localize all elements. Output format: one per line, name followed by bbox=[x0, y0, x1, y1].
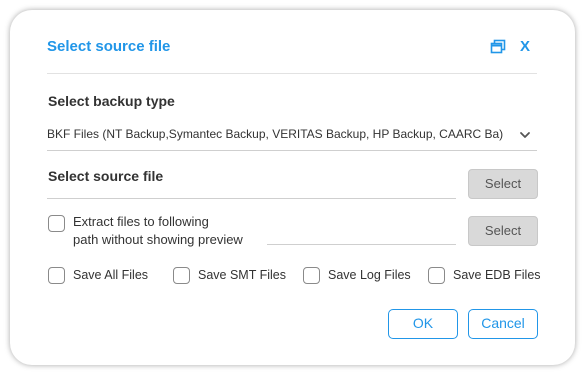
backup-type-label: Select backup type bbox=[48, 93, 175, 109]
save-log-files-checkbox[interactable] bbox=[303, 267, 320, 284]
close-icon[interactable]: X bbox=[520, 38, 534, 56]
save-smt-files-label: Save SMT Files bbox=[198, 268, 286, 282]
title-divider bbox=[47, 73, 537, 74]
source-file-input[interactable] bbox=[47, 178, 456, 199]
dialog-title: Select source file bbox=[47, 38, 171, 55]
backup-type-value: BKF Files (NT Backup,Symantec Backup, VE… bbox=[47, 127, 504, 141]
save-all-files-label: Save All Files bbox=[73, 268, 149, 282]
save-log-files-label: Save Log Files bbox=[328, 268, 411, 282]
extract-path-input[interactable] bbox=[267, 224, 456, 245]
save-edb-files-label: Save EDB Files bbox=[453, 268, 541, 282]
cancel-button[interactable]: Cancel bbox=[468, 309, 538, 339]
select-source-file-dialog: Select source file X Select backup type … bbox=[10, 10, 575, 365]
backup-type-dropdown[interactable]: BKF Files (NT Backup,Symantec Backup, VE… bbox=[47, 122, 537, 151]
extract-files-label: Extract files to following path without … bbox=[73, 213, 243, 249]
save-edb-files-checkbox[interactable] bbox=[428, 267, 445, 284]
save-all-files-checkbox[interactable] bbox=[48, 267, 65, 284]
extract-files-label-line2: path without showing preview bbox=[73, 232, 243, 247]
source-file-select-button[interactable]: Select bbox=[468, 169, 538, 199]
extract-files-label-line1: Extract files to following bbox=[73, 214, 209, 229]
extract-files-checkbox[interactable] bbox=[48, 215, 65, 232]
restore-window-icon[interactable] bbox=[490, 39, 506, 55]
ok-button[interactable]: OK bbox=[388, 309, 458, 339]
save-smt-files-checkbox[interactable] bbox=[173, 267, 190, 284]
extract-path-select-button[interactable]: Select bbox=[468, 216, 538, 246]
chevron-down-icon bbox=[520, 132, 530, 138]
